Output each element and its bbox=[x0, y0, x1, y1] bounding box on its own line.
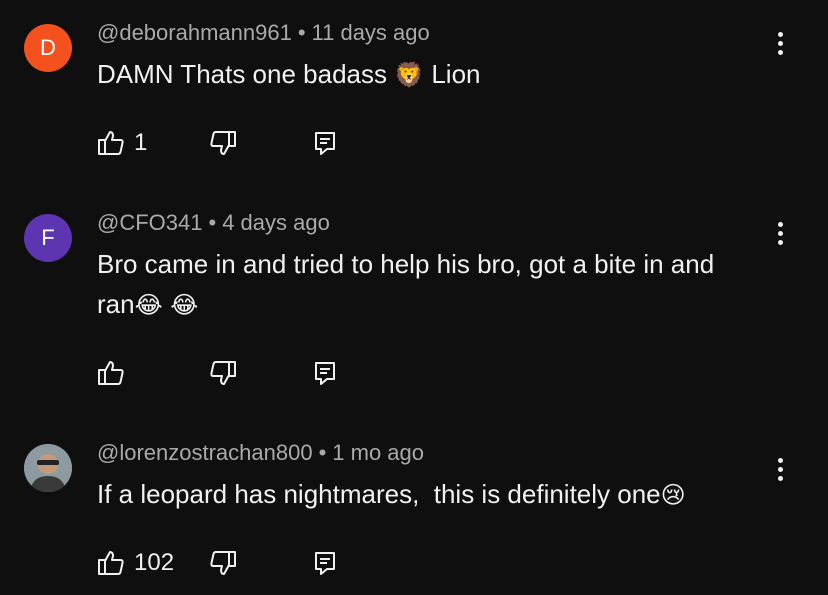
lion-emoji: 🦁 bbox=[394, 61, 425, 89]
comment-meta: @CFO341 • 4 days ago bbox=[97, 210, 330, 236]
dislike-button[interactable] bbox=[208, 358, 238, 388]
more-options-button[interactable] bbox=[770, 454, 790, 484]
comment-text-part: If a leopard has nightmares, this is def… bbox=[97, 479, 661, 509]
avatar[interactable] bbox=[24, 444, 72, 492]
meta-separator: • bbox=[318, 440, 327, 465]
more-options-button[interactable] bbox=[770, 28, 790, 58]
reply-button[interactable] bbox=[310, 128, 340, 158]
reply-icon bbox=[315, 362, 335, 385]
comment-text-part: Lion bbox=[424, 59, 481, 89]
comment-time[interactable]: 1 mo ago bbox=[332, 440, 424, 465]
like-count: 1 bbox=[134, 129, 148, 156]
avatar-letter: D bbox=[40, 35, 56, 60]
profile-photo-icon bbox=[24, 444, 72, 492]
reply-icon bbox=[315, 552, 335, 575]
dislike-button[interactable] bbox=[208, 128, 238, 158]
author-handle[interactable]: @deborahmann961 bbox=[97, 20, 292, 45]
thumbs-up-icon bbox=[98, 131, 124, 155]
like-button[interactable]: 1 bbox=[96, 128, 147, 158]
comment-actions: 102 bbox=[96, 548, 396, 578]
comment-text: DAMN Thats one badass 🦁 Lion bbox=[97, 54, 757, 95]
like-count: 102 bbox=[134, 549, 175, 576]
comment-time[interactable]: 11 days ago bbox=[312, 20, 430, 45]
avatar-letter: F bbox=[41, 225, 55, 250]
comment-actions: 1 bbox=[96, 128, 396, 158]
meta-separator: • bbox=[297, 20, 306, 45]
comment-text-part: DAMN Thats one badass bbox=[97, 59, 395, 89]
like-button[interactable]: 102 bbox=[96, 548, 174, 578]
reply-icon bbox=[315, 132, 335, 155]
reply-button[interactable] bbox=[310, 358, 340, 388]
thumbs-down-icon bbox=[210, 131, 236, 155]
avatar[interactable]: F bbox=[24, 214, 72, 262]
author-handle[interactable]: @CFO341 bbox=[97, 210, 202, 235]
comment-meta: @lorenzostrachan800 • 1 mo ago bbox=[97, 440, 424, 466]
comment-meta: @deborahmann961 • 11 days ago bbox=[97, 20, 430, 46]
avatar[interactable]: D bbox=[24, 24, 72, 72]
thumbs-down-icon bbox=[210, 551, 236, 575]
reply-button[interactable] bbox=[310, 548, 340, 578]
comment-text: If a leopard has nightmares, this is def… bbox=[97, 474, 757, 515]
more-options-button[interactable] bbox=[770, 218, 790, 248]
comment-time[interactable]: 4 days ago bbox=[222, 210, 330, 235]
comment-actions bbox=[96, 358, 396, 388]
laughing-emoji: 😂 😂 bbox=[134, 291, 199, 319]
meta-separator: • bbox=[208, 210, 217, 235]
thumbs-up-icon bbox=[98, 361, 124, 385]
author-handle[interactable]: @lorenzostrachan800 bbox=[97, 440, 313, 465]
comment-text: Bro came in and tried to help his bro, g… bbox=[97, 244, 757, 325]
thumbs-up-icon bbox=[98, 551, 124, 575]
thumbs-down-icon bbox=[210, 361, 236, 385]
dislike-button[interactable] bbox=[208, 548, 238, 578]
crying-emoji: 😢 bbox=[660, 481, 686, 509]
like-button[interactable] bbox=[96, 358, 134, 388]
